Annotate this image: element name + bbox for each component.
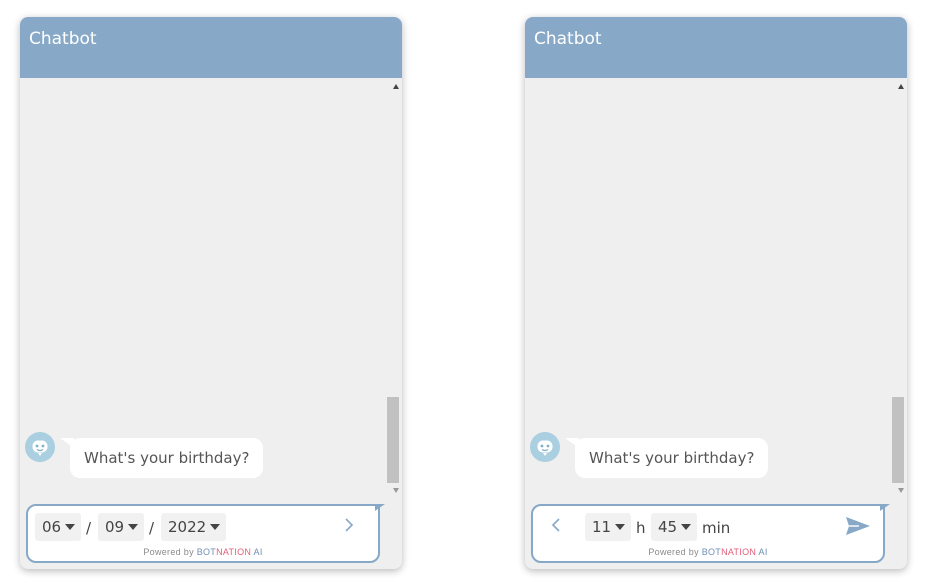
caret-down-icon — [210, 524, 221, 530]
input-tail — [375, 504, 385, 511]
caret-down-icon — [65, 524, 76, 530]
hour-select[interactable]: 11 — [585, 513, 632, 541]
time-input-box: 11 h 45 min Powered by BOTNATION AI — [531, 504, 885, 563]
bot-message: What's your birthday? — [70, 438, 264, 478]
hour-unit: h — [636, 519, 646, 537]
month-select[interactable]: 09 — [98, 513, 145, 541]
input-tail — [880, 504, 890, 511]
minute-value: 45 — [658, 518, 678, 536]
day-select[interactable]: 06 — [35, 513, 82, 541]
bot-message-text: What's your birthday? — [84, 449, 250, 467]
powered-by[interactable]: Powered by BOTNATION AI — [533, 547, 883, 557]
chatbot-widget-date: Chatbot What's your birthday? 06 / 09 / … — [20, 17, 402, 569]
scroll-up-arrow[interactable] — [393, 84, 399, 89]
date-input-box: 06 / 09 / 2022 Powered by BOTNATION AI — [26, 504, 380, 563]
chatbot-widget-time: Chatbot What's your birthday? 11 h 45 mi… — [525, 17, 907, 569]
day-value: 06 — [42, 518, 62, 536]
scroll-up-arrow[interactable] — [898, 84, 904, 89]
powered-by[interactable]: Powered by BOTNATION AI — [28, 547, 378, 557]
bot-avatar-icon — [530, 432, 560, 462]
bot-message-text: What's your birthday? — [589, 449, 755, 467]
date-separator: / — [86, 519, 92, 537]
date-separator: / — [149, 519, 155, 537]
chevron-right-icon[interactable] — [343, 516, 355, 539]
chatbot-header: Chatbot — [20, 17, 402, 78]
bot-message: What's your birthday? — [575, 438, 769, 478]
caret-down-icon — [128, 524, 139, 530]
chatbot-header: Chatbot — [525, 17, 907, 78]
hour-value: 11 — [592, 518, 612, 536]
scrollbar-thumb[interactable] — [892, 397, 904, 483]
chatbot-title: Chatbot — [534, 29, 602, 49]
chatbot-title: Chatbot — [29, 29, 97, 49]
caret-down-icon — [615, 524, 626, 530]
scroll-down-arrow[interactable] — [393, 488, 399, 493]
minute-unit: min — [702, 519, 731, 537]
year-value: 2022 — [168, 518, 207, 536]
scrollbar-thumb[interactable] — [387, 397, 399, 483]
caret-down-icon — [681, 524, 692, 530]
year-select[interactable]: 2022 — [161, 513, 227, 541]
send-icon[interactable] — [845, 515, 871, 542]
scroll-down-arrow[interactable] — [898, 488, 904, 493]
chevron-left-icon[interactable] — [550, 516, 562, 539]
month-value: 09 — [105, 518, 125, 536]
bot-avatar-icon — [25, 432, 55, 462]
minute-select[interactable]: 45 — [651, 513, 698, 541]
